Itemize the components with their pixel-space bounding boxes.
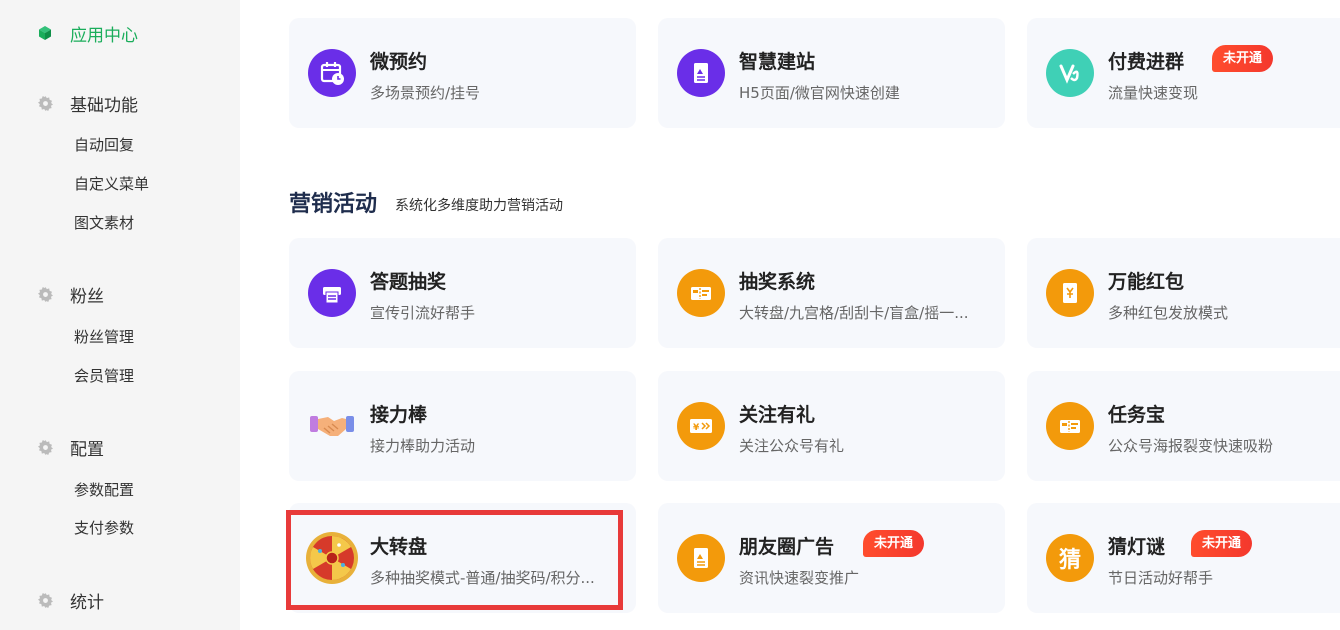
sidebar-item-fans-manage[interactable]: 粉丝管理 xyxy=(74,326,134,348)
sidebar-group-label: 基础功能 xyxy=(70,95,138,116)
ticket-icon xyxy=(673,265,729,321)
gear-icon xyxy=(38,439,53,455)
sidebar-item-label: 应用中心 xyxy=(70,25,138,46)
app-card-paid-group[interactable]: 付费进群 未开通 流量快速变现 xyxy=(1027,18,1340,128)
sidebar-item-pay-params[interactable]: 支付参数 xyxy=(74,517,134,539)
card-desc: 节日活动好帮手 xyxy=(1108,569,1214,587)
card-desc: 大转盘/九宫格/刮刮卡/盲盒/摇一... xyxy=(739,304,969,322)
sidebar-group-label: 配置 xyxy=(70,439,104,460)
sidebar-group-config[interactable]: 配置 xyxy=(38,434,104,460)
card-desc: 流量快速变现 xyxy=(1108,84,1199,102)
sidebar-group-basic[interactable]: 基础功能 xyxy=(38,90,138,116)
card-desc: 多种红包发放模式 xyxy=(1108,304,1229,322)
sidebar-item-custom-menu[interactable]: 自定义菜单 xyxy=(74,173,149,195)
card-desc: 关注公众号有礼 xyxy=(739,437,845,455)
sidebar-item-member-manage[interactable]: 会员管理 xyxy=(74,365,134,387)
sidebar-item-auto-reply[interactable]: 自动回复 xyxy=(74,134,134,156)
card-title: 关注有礼 xyxy=(739,404,816,426)
svg-text:¥: ¥ xyxy=(693,423,700,433)
card-desc: 接力棒助力活动 xyxy=(370,437,476,455)
app-card-quiz-lottery[interactable]: 答题抽奖 宣传引流好帮手 xyxy=(289,238,636,348)
cube-icon xyxy=(39,26,51,40)
not-activated-badge: 未开通 xyxy=(1212,45,1274,72)
app-card-red-packet[interactable]: 万能红包 多种红包发放模式 xyxy=(1027,238,1340,348)
sidebar-group-fans[interactable]: 粉丝 xyxy=(38,281,104,307)
app-card-smart-site[interactable]: 智慧建站 H5页面/微官网快速创建 xyxy=(658,18,1005,128)
gear-icon xyxy=(38,95,53,111)
main-content: 微预约 多场景预约/挂号 智慧建站 H5页面/微官网快速创建 付费进群 未开通 … xyxy=(240,0,1340,630)
app-card-lucky-wheel[interactable]: 大转盘 多种抽奖模式-普通/抽奖码/积分... xyxy=(289,503,636,613)
app-card-lantern-riddle[interactable]: 猜 猜灯谜 未开通 节日活动好帮手 xyxy=(1027,503,1340,613)
card-title: 答题抽奖 xyxy=(370,271,447,293)
sidebar-item-app-center[interactable]: 应用中心 xyxy=(38,20,138,46)
card-desc: 资讯快速裂变推广 xyxy=(739,569,860,587)
card-title: 微预约 xyxy=(370,51,428,73)
vip-icon xyxy=(1042,45,1098,101)
card-desc: 多种抽奖模式-普通/抽奖码/积分... xyxy=(370,569,595,587)
card-title: 抽奖系统 xyxy=(739,271,816,293)
document-icon xyxy=(673,530,729,586)
gear-icon xyxy=(38,286,53,302)
app-card-micro-booking[interactable]: 微预约 多场景预约/挂号 xyxy=(289,18,636,128)
card-title: 朋友圈广告 xyxy=(739,536,835,558)
document-icon xyxy=(673,45,729,101)
app-card-task-treasure[interactable]: 任务宝 公众号海报裂变快速吸粉 xyxy=(1027,371,1340,481)
section-title: 营销活动 xyxy=(289,192,378,217)
sidebar-group-label: 统计 xyxy=(70,592,104,613)
riddle-icon: 猜 xyxy=(1042,530,1098,586)
card-title: 任务宝 xyxy=(1108,404,1166,426)
card-desc: 公众号海报裂变快速吸粉 xyxy=(1108,437,1274,455)
ticket-icon xyxy=(1042,398,1098,454)
section-subtitle: 系统化多维度助力营销活动 xyxy=(395,198,563,214)
red-packet-icon xyxy=(1042,265,1098,321)
card-title: 接力棒 xyxy=(370,404,428,426)
sidebar-group-stats[interactable]: 统计 xyxy=(38,587,104,613)
card-title: 智慧建站 xyxy=(739,51,816,73)
card-title: 大转盘 xyxy=(370,536,428,558)
app-card-relay[interactable]: 接力棒 接力棒助力活动 xyxy=(289,371,636,481)
sidebar: 应用中心 基础功能 自动回复 自定义菜单 图文素材 粉丝 粉丝管理 会员管理 配… xyxy=(0,0,240,630)
app-card-follow-gift[interactable]: ¥ 关注有礼 关注公众号有礼 xyxy=(658,371,1005,481)
sidebar-item-media[interactable]: 图文素材 xyxy=(74,212,134,234)
sidebar-item-param-config[interactable]: 参数配置 xyxy=(74,479,134,501)
card-desc: H5页面/微官网快速创建 xyxy=(739,84,900,102)
sidebar-group-label: 粉丝 xyxy=(70,286,104,307)
app-card-lottery-system[interactable]: 抽奖系统 大转盘/九宫格/刮刮卡/盲盒/摇一... xyxy=(658,238,1005,348)
coupon-icon: ¥ xyxy=(673,398,729,454)
card-title: 付费进群 xyxy=(1108,51,1185,73)
card-desc: 宣传引流好帮手 xyxy=(370,304,476,322)
handshake-icon xyxy=(304,398,360,454)
gear-icon xyxy=(38,592,53,608)
card-title: 万能红包 xyxy=(1108,271,1185,293)
printer-icon xyxy=(304,265,360,321)
app-card-moments-ad[interactable]: 朋友圈广告 未开通 资讯快速裂变推广 xyxy=(658,503,1005,613)
calendar-icon xyxy=(304,45,360,101)
lucky-wheel-icon xyxy=(304,530,360,586)
card-title: 猜灯谜 xyxy=(1108,536,1166,558)
card-desc: 多场景预约/挂号 xyxy=(370,84,481,102)
not-activated-badge: 未开通 xyxy=(1191,530,1253,557)
riddle-icon-text: 猜 xyxy=(1058,548,1081,573)
not-activated-badge: 未开通 xyxy=(863,530,925,557)
